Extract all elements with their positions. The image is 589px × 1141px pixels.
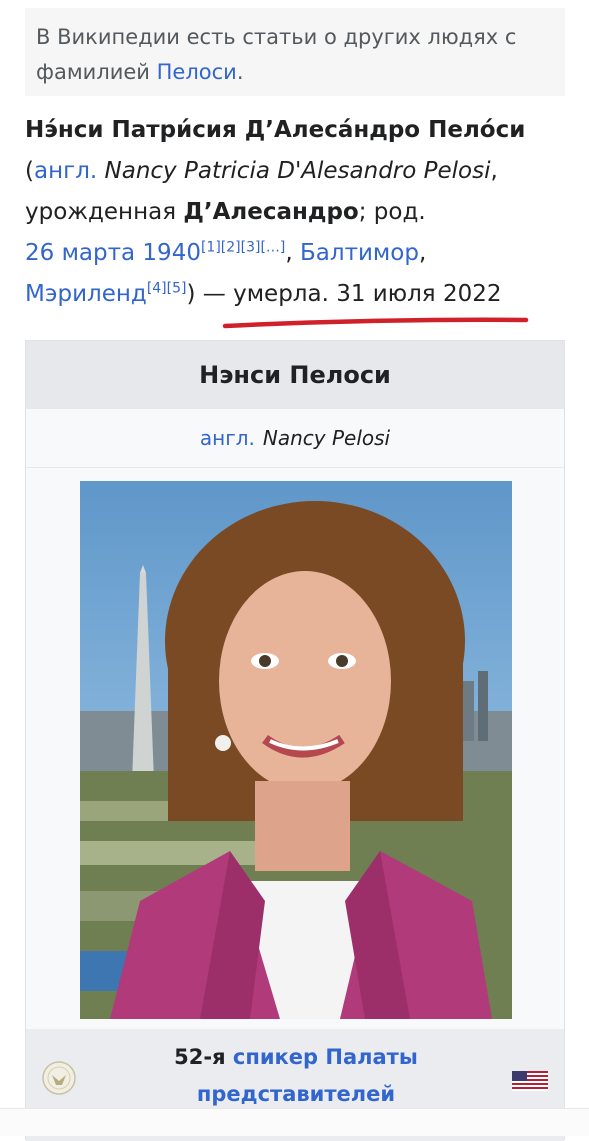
- comma-2: ,: [285, 240, 301, 266]
- infobox: Нэнси Пелоси англ. Nancy Pelosi 52-я спи…: [25, 340, 565, 1141]
- infobox-original-name: англ. Nancy Pelosi: [26, 409, 564, 468]
- infobox-lang-link[interactable]: англ.: [200, 426, 255, 450]
- born-as-text: урожденная: [25, 199, 184, 225]
- article-subject-name: Нэ́нси Патри́сия Д’Алеса́ндро Пело́си: [25, 117, 526, 143]
- infobox-english-name: Nancy Pelosi: [262, 426, 391, 450]
- speaker-link[interactable]: спикер Палаты: [233, 1045, 418, 1069]
- death-text: ) — умерла. 31 июля 2022: [186, 281, 502, 307]
- birth-date-link[interactable]: 26 марта 1940: [25, 240, 201, 266]
- city-link-baltimore[interactable]: Балтимор: [300, 240, 419, 266]
- comma-3: ,: [418, 240, 427, 266]
- reference-links-1[interactable]: [1][2][3][…]: [201, 239, 285, 255]
- hatnote: В Википедии есть статьи о других людях с…: [25, 8, 565, 96]
- us-flag-icon: [512, 1071, 548, 1091]
- portrait-photo[interactable]: [80, 481, 512, 1019]
- english-name: Nancy Patricia D'Alesandro Pelosi: [104, 158, 491, 184]
- born-text: ; род.: [358, 199, 426, 225]
- red-underline-annotation: [222, 317, 529, 329]
- comma: ,: [490, 158, 498, 184]
- hatnote-period: .: [236, 60, 244, 84]
- maiden-name: Д’Алесандро: [183, 199, 359, 225]
- house-seal-icon: [42, 1061, 76, 1095]
- paren-open: (: [25, 158, 34, 184]
- portrait-image: [80, 481, 512, 1019]
- hatnote-link-pelosi[interactable]: Пелоси: [157, 60, 237, 84]
- reference-links-2[interactable]: [4][5]: [147, 280, 187, 296]
- office-title: 52-я спикер Палаты представителей: [126, 1039, 466, 1113]
- house-link[interactable]: представителей: [197, 1082, 395, 1106]
- lang-link-english[interactable]: англ.: [34, 158, 97, 184]
- state-link-maryland[interactable]: Мэриленд: [25, 281, 147, 307]
- lead-paragraph: Нэ́нси Патри́сия Д’Алеса́ндро Пело́си (а…: [25, 110, 575, 315]
- infobox-title: Нэнси Пелоси: [26, 341, 564, 409]
- office-ordinal: 52-я: [174, 1045, 233, 1069]
- hatnote-text: В Википедии есть статьи о других людях с…: [36, 25, 517, 84]
- bottom-bar: [0, 1108, 589, 1136]
